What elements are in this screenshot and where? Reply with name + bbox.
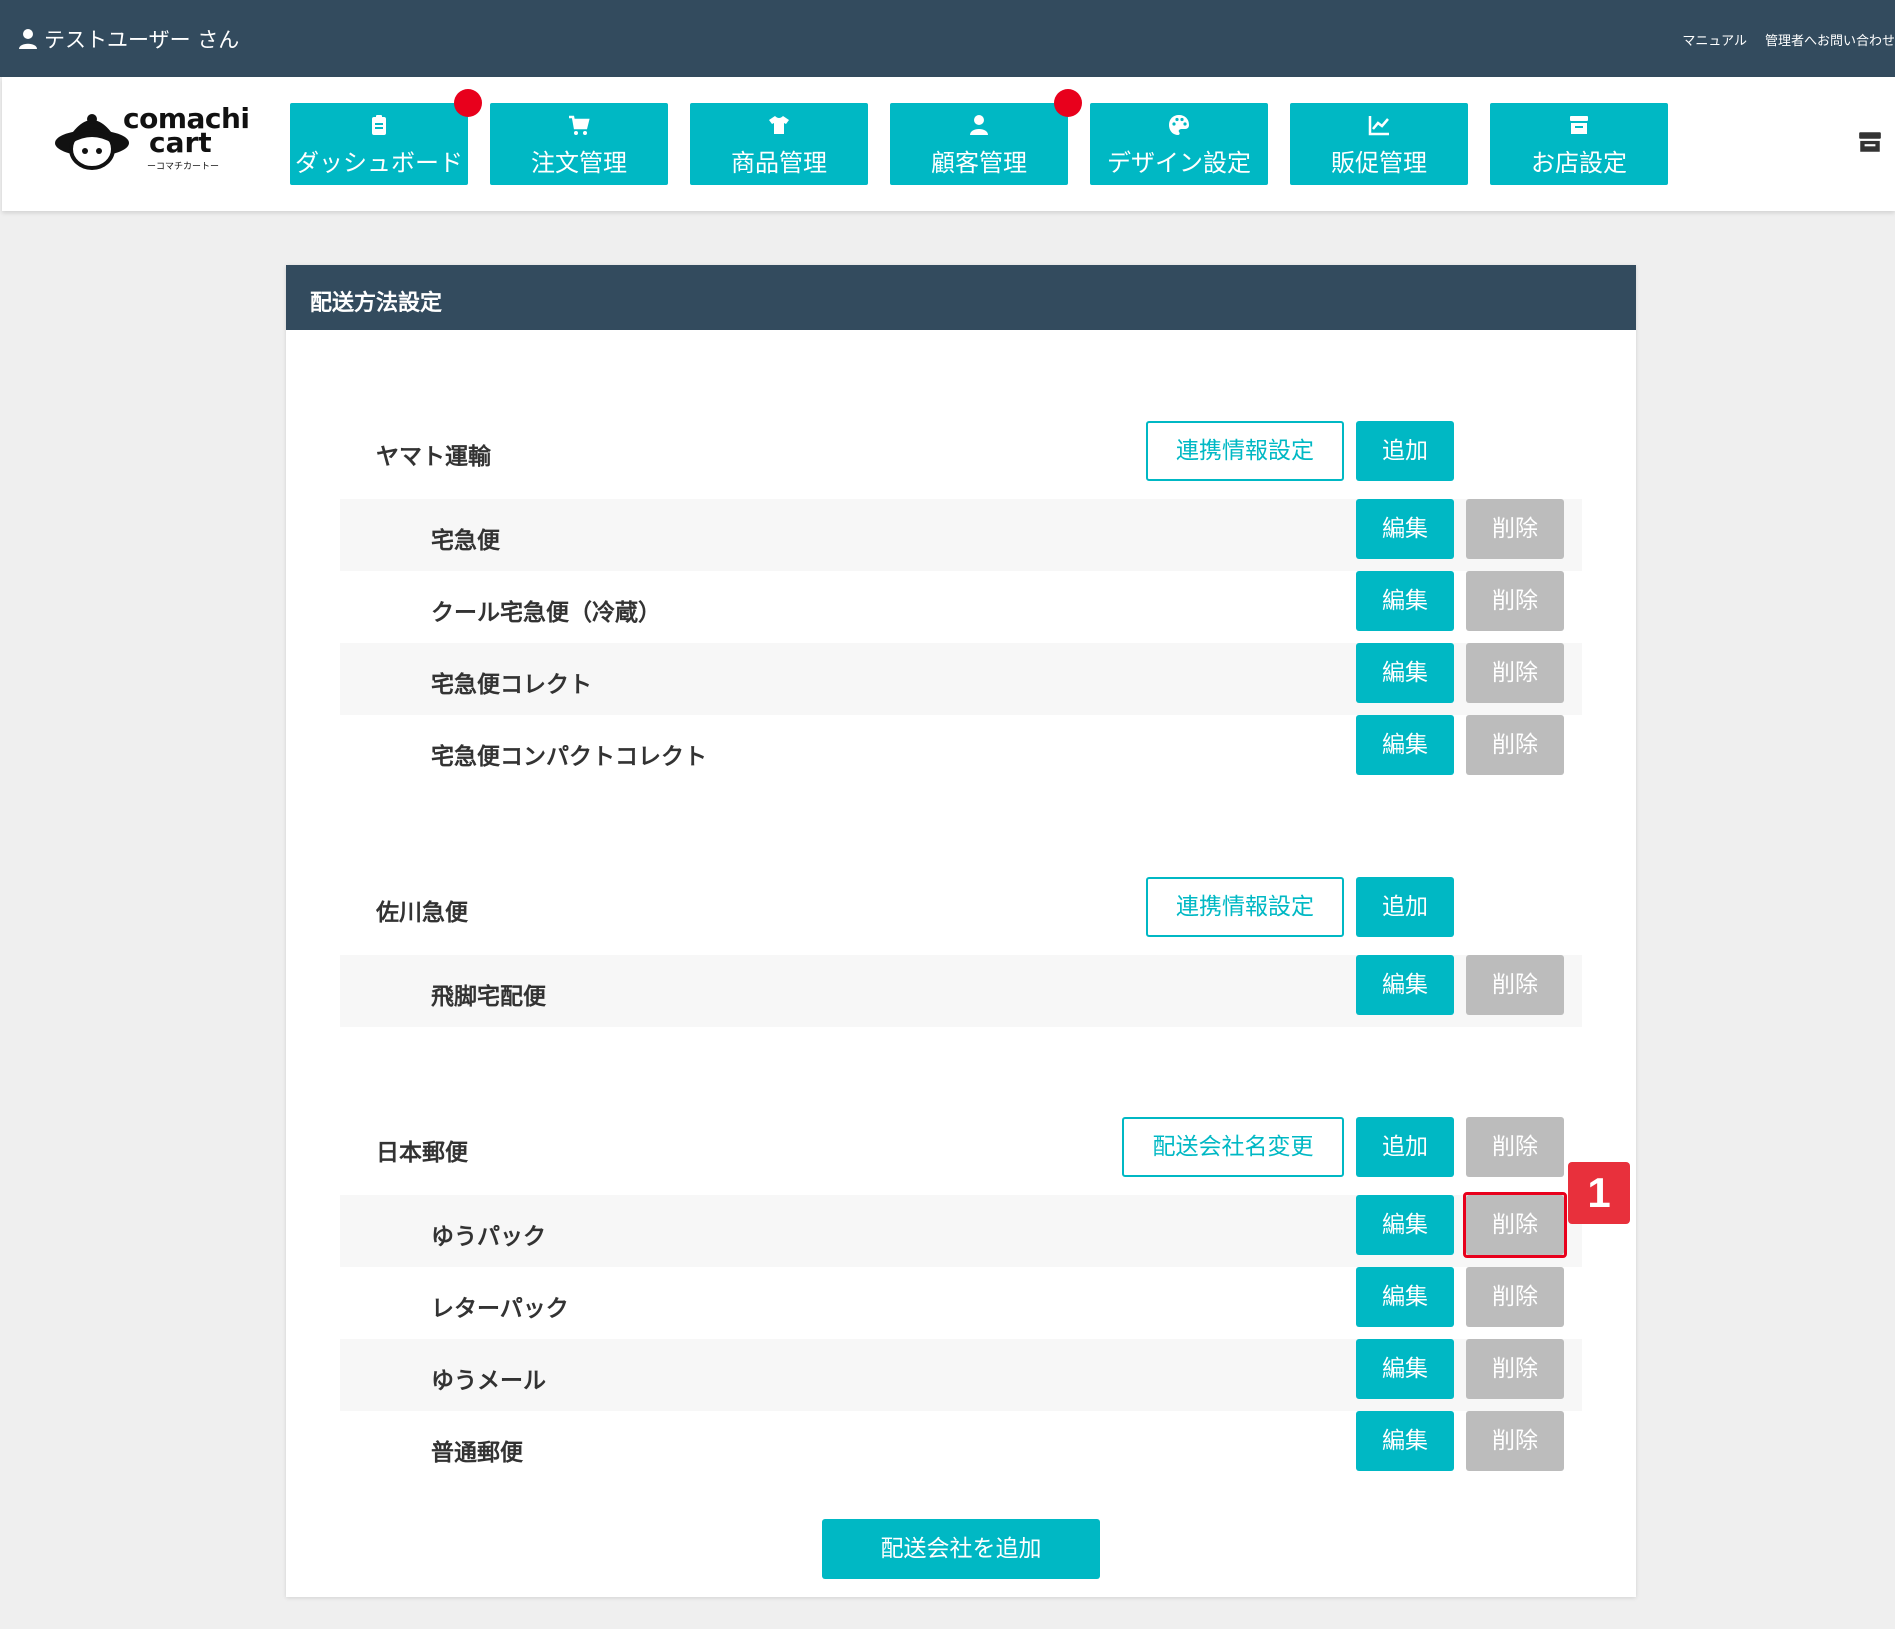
method-row: 普通郵便 編集 削除	[340, 1411, 1582, 1483]
method-row: ゆうパック 編集 削除	[340, 1195, 1582, 1267]
method-name: 宅急便コンパクトコレクト	[431, 744, 707, 770]
delete-button[interactable]: 削除	[1466, 643, 1564, 703]
method-row: 宅急便コンパクトコレクト 編集 削除	[340, 715, 1582, 787]
logo-text-kana: ーコマチカートー	[147, 162, 220, 172]
clipboard-icon	[372, 115, 386, 135]
delete-button[interactable]: 削除	[1466, 955, 1564, 1015]
edit-button[interactable]: 編集	[1356, 1195, 1454, 1255]
method-name: クール宅急便（冷蔵）	[431, 600, 661, 626]
nav-dashboard-label: ダッシュボード	[295, 149, 463, 177]
edit-button[interactable]: 編集	[1356, 1339, 1454, 1399]
nav-promotion[interactable]: 販促管理	[1290, 103, 1468, 185]
nav-design-label: デザイン設定	[1107, 149, 1251, 177]
manual-link[interactable]: マニュアル	[1682, 30, 1747, 49]
company-name-japanpost: 日本郵便	[376, 1140, 468, 1166]
method-row: レターパック 編集 削除	[340, 1267, 1582, 1339]
cart-icon	[569, 115, 590, 135]
add-company-button[interactable]: 配送会社を追加	[822, 1519, 1100, 1579]
header: comachi cart ーコマチカートー ダッシュボード 注文管理 商品管理 …	[2, 77, 1895, 211]
method-name: 宅急便コレクト	[431, 672, 592, 698]
main-nav: ダッシュボード 注文管理 商品管理 顧客管理 デザイン設定 販促管理 お店設定	[290, 89, 1690, 185]
method-row: 飛脚宅配便 編集 削除	[340, 955, 1582, 1027]
delete-company-button[interactable]: 削除	[1466, 1117, 1564, 1177]
nav-customers[interactable]: 顧客管理	[890, 89, 1082, 185]
delete-button[interactable]: 削除	[1466, 499, 1564, 559]
nav-products-label: 商品管理	[731, 149, 827, 177]
method-row: ゆうメール 編集 削除	[340, 1339, 1582, 1411]
palette-icon	[1169, 115, 1189, 135]
delete-button[interactable]: 削除	[1466, 715, 1564, 775]
method-row: 宅急便コレクト 編集 削除	[340, 643, 1582, 715]
step-badge: 1	[1568, 1162, 1630, 1224]
method-name: ゆうパック	[431, 1224, 546, 1250]
method-name: ゆうメール	[431, 1368, 546, 1394]
notification-dot	[1054, 89, 1082, 117]
notification-dot	[454, 89, 482, 117]
user-icon	[19, 29, 37, 49]
nav-orders[interactable]: 注文管理	[490, 103, 668, 185]
nav-products[interactable]: 商品管理	[690, 103, 868, 185]
top-bar: テストユーザー さん マニュアル 管理者へお問い合わせ	[0, 0, 1895, 77]
panel-title: 配送方法設定	[286, 265, 1636, 330]
user-name: テストユーザー さん	[44, 28, 240, 52]
chart-icon	[1368, 116, 1389, 136]
nav-design[interactable]: デザイン設定	[1090, 103, 1268, 185]
nav-promotion-label: 販促管理	[1331, 149, 1427, 177]
link-settings-button[interactable]: 連携情報設定	[1146, 421, 1344, 481]
delete-button[interactable]: 削除	[1466, 1339, 1564, 1399]
method-name: 普通郵便	[431, 1440, 523, 1466]
nav-orders-label: 注文管理	[531, 149, 627, 177]
user-info: テストユーザー さん	[18, 24, 239, 54]
edit-button[interactable]: 編集	[1356, 1267, 1454, 1327]
storefront-icon[interactable]	[1857, 129, 1883, 155]
link-settings-button[interactable]: 連携情報設定	[1146, 877, 1344, 937]
top-links: マニュアル 管理者へお問い合わせ	[1664, 30, 1895, 49]
store-icon	[1570, 116, 1588, 134]
logo-face-icon	[55, 114, 129, 170]
edit-button[interactable]: 編集	[1356, 1411, 1454, 1471]
person-icon	[970, 115, 988, 135]
company-name-yamato: ヤマト運輸	[376, 444, 491, 470]
shirt-icon	[769, 116, 789, 134]
edit-button[interactable]: 編集	[1356, 499, 1454, 559]
method-name: 宅急便	[431, 528, 500, 554]
edit-button[interactable]: 編集	[1356, 955, 1454, 1015]
add-method-button[interactable]: 追加	[1356, 877, 1454, 937]
add-method-button[interactable]: 追加	[1356, 421, 1454, 481]
shipping-settings-panel: 配送方法設定 ヤマト運輸 連携情報設定 追加 宅急便 編集 削除 クール宅急便（…	[286, 265, 1636, 1597]
logo[interactable]: comachi cart ーコマチカートー	[52, 105, 250, 175]
nav-shop-settings[interactable]: お店設定	[1490, 103, 1668, 185]
delete-button[interactable]: 削除	[1466, 1267, 1564, 1327]
logo-text-cart: cart	[149, 126, 212, 159]
add-method-button[interactable]: 追加	[1356, 1117, 1454, 1177]
edit-button[interactable]: 編集	[1356, 571, 1454, 631]
delete-button[interactable]: 削除	[1466, 1411, 1564, 1471]
nav-customers-label: 顧客管理	[931, 149, 1027, 177]
company-name-sagawa: 佐川急便	[376, 900, 468, 926]
method-name: レターパック	[431, 1296, 569, 1322]
edit-button[interactable]: 編集	[1356, 715, 1454, 775]
highlight-box	[1463, 1192, 1567, 1258]
method-row: 宅急便 編集 削除	[340, 499, 1582, 571]
contact-admin-link[interactable]: 管理者へお問い合わせ	[1765, 30, 1895, 49]
nav-dashboard[interactable]: ダッシュボード	[290, 89, 482, 185]
edit-button[interactable]: 編集	[1356, 643, 1454, 703]
nav-shop-settings-label: お店設定	[1531, 149, 1627, 177]
method-row: クール宅急便（冷蔵） 編集 削除	[340, 571, 1582, 643]
delete-button[interactable]: 削除	[1466, 571, 1564, 631]
method-name: 飛脚宅配便	[431, 984, 546, 1010]
rename-company-button[interactable]: 配送会社名変更	[1122, 1117, 1344, 1177]
